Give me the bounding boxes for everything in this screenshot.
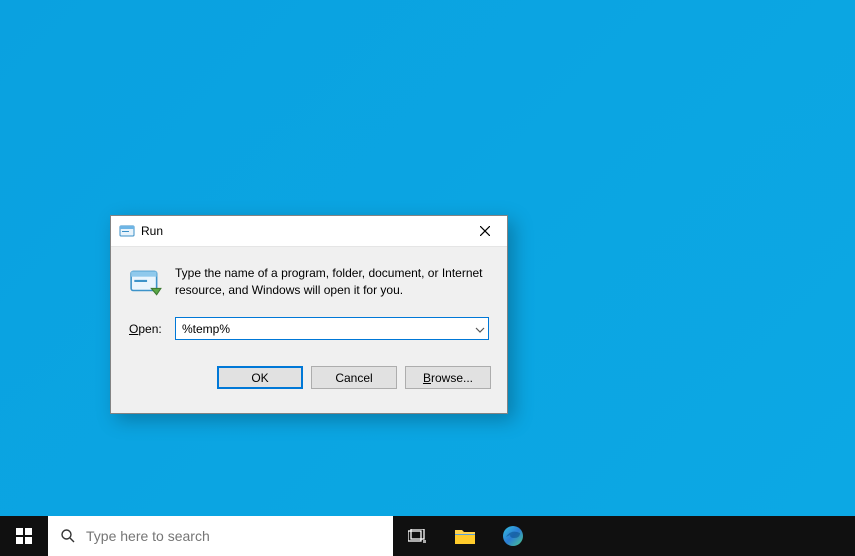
- start-button[interactable]: [0, 516, 48, 556]
- taskbar-search[interactable]: [48, 516, 393, 556]
- info-row: Type the name of a program, folder, docu…: [129, 265, 489, 299]
- button-row: OK Cancel Browse...: [129, 366, 491, 389]
- windows-logo-icon: [16, 528, 32, 544]
- file-explorer-button[interactable]: [441, 516, 489, 556]
- cancel-button[interactable]: Cancel: [311, 366, 397, 389]
- dialog-title: Run: [141, 224, 163, 238]
- open-combobox[interactable]: [175, 317, 489, 340]
- open-input[interactable]: [175, 317, 489, 340]
- dialog-body: Type the name of a program, folder, docu…: [111, 247, 507, 389]
- info-text: Type the name of a program, folder, docu…: [175, 265, 489, 299]
- open-label: Open:: [129, 322, 167, 336]
- task-view-icon: [408, 529, 426, 543]
- search-icon: [60, 528, 76, 544]
- folder-icon: [455, 528, 475, 544]
- task-view-button[interactable]: [393, 516, 441, 556]
- edge-button[interactable]: [489, 516, 537, 556]
- run-dialog: Run Type the name of a program, folder, …: [110, 215, 508, 414]
- title-bar[interactable]: Run: [111, 216, 507, 247]
- taskbar: [0, 516, 855, 556]
- run-title-icon: [119, 223, 135, 239]
- edge-icon: [502, 525, 524, 547]
- ok-button[interactable]: OK: [217, 366, 303, 389]
- browse-button[interactable]: Browse...: [405, 366, 491, 389]
- close-button[interactable]: [462, 216, 507, 246]
- close-icon: [480, 226, 490, 236]
- run-app-icon: [129, 265, 163, 299]
- search-input[interactable]: [86, 528, 381, 544]
- open-row: Open:: [129, 317, 489, 340]
